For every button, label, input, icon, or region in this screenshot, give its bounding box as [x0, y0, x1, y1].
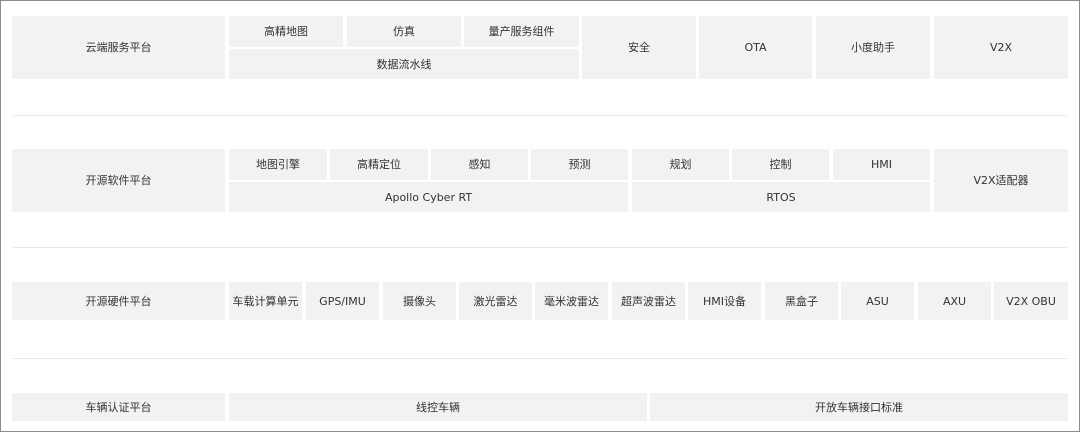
hardware-item: 车载计算单元: [229, 282, 302, 320]
cloud-xiaodu: 小度助手: [816, 16, 930, 79]
cloud-ota: OTA: [699, 16, 812, 79]
hardware-item: GPS/IMU: [306, 282, 379, 320]
cloud-data-pipeline: 数据流水线: [229, 49, 579, 79]
cloud-hd-map: 高精地图: [229, 16, 343, 47]
cloud-security: 安全: [582, 16, 696, 79]
software-cyber-rt: Apollo Cyber RT: [229, 182, 628, 212]
vehicle-open-interface: 开放车辆接口标准: [650, 393, 1068, 421]
hardware-item: 毫米波雷达: [535, 282, 608, 320]
vehicle-drive-by-wire: 线控车辆: [229, 393, 647, 421]
hardware-item: 激光雷达: [459, 282, 532, 320]
software-prediction: 预测: [531, 149, 628, 180]
hardware-item: V2X OBU: [994, 282, 1068, 320]
software-hd-localization: 高精定位: [330, 149, 428, 180]
vehicle-platform-label: 车辆认证平台: [12, 393, 225, 421]
row-divider: [13, 115, 1067, 116]
row-divider: [13, 247, 1067, 248]
hardware-item: 黑盒子: [765, 282, 838, 320]
hardware-item: 超声波雷达: [612, 282, 685, 320]
cloud-v2x: V2X: [934, 16, 1068, 79]
software-platform-label: 开源软件平台: [12, 149, 225, 212]
hardware-item: 摄像头: [383, 282, 456, 320]
cloud-mass-production: 量产服务组件: [464, 16, 579, 47]
software-hmi: HMI: [833, 149, 930, 180]
hardware-platform-label: 开源硬件平台: [12, 282, 225, 320]
software-map-engine: 地图引擎: [229, 149, 327, 180]
software-planning: 规划: [632, 149, 729, 180]
software-control: 控制: [732, 149, 829, 180]
row-divider: [13, 358, 1067, 359]
cloud-simulation: 仿真: [347, 16, 461, 47]
hardware-item: HMI设备: [688, 282, 761, 320]
software-perception: 感知: [431, 149, 528, 180]
software-rtos: RTOS: [632, 182, 930, 212]
cloud-platform-label: 云端服务平台: [12, 16, 225, 79]
architecture-diagram: 云端服务平台 高精地图 仿真 量产服务组件 数据流水线 安全 OTA 小度助手 …: [0, 0, 1080, 432]
hardware-item: ASU: [841, 282, 914, 320]
software-v2x-adapter: V2X适配器: [934, 149, 1068, 212]
hardware-item: AXU: [918, 282, 991, 320]
